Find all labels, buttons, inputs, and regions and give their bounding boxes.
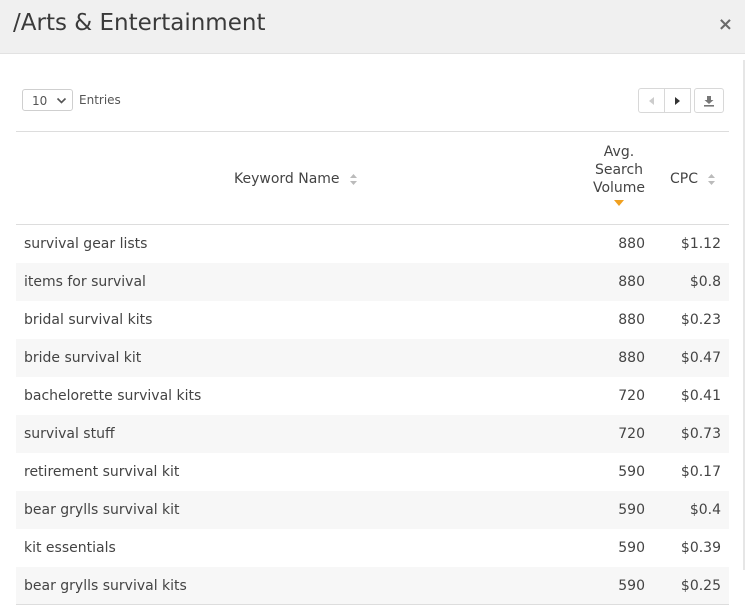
next-page-button[interactable] [664, 88, 691, 113]
keyword-cell: survival stuff [24, 426, 115, 442]
keyword-cell: bear grylls survival kits [24, 578, 187, 594]
chevron-down-icon [56, 97, 67, 104]
cpc-cell: $1.12 [680, 236, 721, 252]
next-page-icon [675, 96, 680, 105]
table-header: Keyword Name Avg. Search Volume CPC [16, 131, 729, 225]
keyword-cell: bride survival kit [24, 350, 142, 366]
volume-cell: 720 [618, 426, 645, 442]
volume-cell: 590 [618, 578, 645, 594]
column-header-volume[interactable]: Avg. Search Volume [576, 143, 662, 206]
sort-desc-icon [614, 200, 624, 206]
cpc-cell: $0.8 [689, 274, 721, 290]
keyword-table: Keyword Name Avg. Search Volume CPC surv… [16, 131, 729, 605]
column-label-keyword: Keyword Name [234, 171, 340, 187]
table-row: kit essentials 590 $0.39 [16, 529, 729, 567]
table-row: survival stuff 720 $0.73 [16, 415, 729, 453]
cpc-cell: $0.41 [680, 388, 721, 404]
volume-cell: 880 [618, 350, 645, 366]
sort-icon [708, 173, 716, 185]
cpc-cell: $0.4 [689, 502, 721, 518]
column-label-volume-line3: Volume [592, 180, 646, 196]
volume-cell: 590 [618, 540, 645, 556]
volume-cell: 720 [618, 388, 645, 404]
keyword-modal: /Arts & Entertainment × 10 Entries Keywo… [0, 0, 745, 608]
cpc-cell: $0.47 [680, 350, 721, 366]
keyword-cell: bridal survival kits [24, 312, 153, 328]
column-label-cpc: CPC [670, 171, 698, 187]
keyword-cell: survival gear lists [24, 236, 148, 252]
table-row: bridal survival kits 880 $0.23 [16, 301, 729, 339]
modal-header: /Arts & Entertainment × [0, 0, 745, 54]
volume-cell: 590 [618, 502, 645, 518]
table-row: items for survival 880 $0.8 [16, 263, 729, 301]
column-header-keyword[interactable]: Keyword Name [234, 171, 358, 187]
table-row: bear grylls survival kits 590 $0.25 [16, 567, 729, 605]
column-header-cpc[interactable]: CPC [670, 171, 716, 187]
download-button[interactable] [694, 88, 724, 113]
column-label-volume-line2: Search [594, 162, 644, 178]
keyword-cell: bear grylls survival kit [24, 502, 180, 518]
modal-title: /Arts & Entertainment [13, 10, 266, 36]
cpc-cell: $0.17 [680, 464, 721, 480]
cpc-cell: $0.73 [680, 426, 721, 442]
keyword-cell: bachelorette survival kits [24, 388, 202, 404]
pagination-controls [638, 88, 724, 113]
sort-icon [350, 173, 357, 185]
table-row: bachelorette survival kits 720 $0.41 [16, 377, 729, 415]
download-icon [704, 95, 714, 107]
cpc-cell: $0.25 [680, 578, 721, 594]
cpc-cell: $0.39 [680, 540, 721, 556]
volume-cell: 880 [618, 236, 645, 252]
keyword-cell: retirement survival kit [24, 464, 180, 480]
page-size-select[interactable]: 10 [22, 89, 73, 111]
table-bottom-border [16, 604, 729, 605]
prev-page-button[interactable] [638, 88, 665, 113]
table-row: bride survival kit 880 $0.47 [16, 339, 729, 377]
close-icon[interactable]: × [718, 14, 733, 36]
column-label-volume-line1: Avg. [603, 144, 635, 160]
cpc-cell: $0.23 [680, 312, 721, 328]
table-row: bear grylls survival kit 590 $0.4 [16, 491, 729, 529]
entries-label: Entries [79, 93, 121, 107]
table-toolbar: 10 Entries [22, 88, 724, 113]
table-row: retirement survival kit 590 $0.17 [16, 453, 729, 491]
table-row: survival gear lists 880 $1.12 [16, 225, 729, 263]
volume-cell: 880 [618, 312, 645, 328]
keyword-cell: kit essentials [24, 540, 116, 556]
prev-page-icon [649, 96, 654, 105]
volume-cell: 880 [618, 274, 645, 290]
page-size-value: 10 [32, 94, 48, 108]
volume-cell: 590 [618, 464, 645, 480]
keyword-cell: items for survival [24, 274, 146, 290]
